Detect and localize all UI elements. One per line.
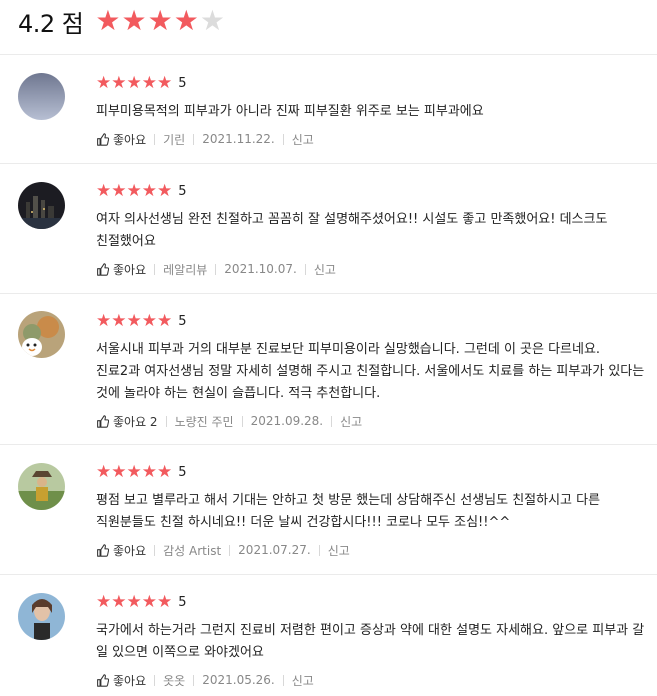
report-button[interactable]: 신고 (314, 261, 336, 278)
review-meta: 좋아요 감성 Artist 2021.07.27. 신고 (96, 542, 647, 558)
star-icon: ★ (173, 4, 199, 37)
thumbs-up-icon (97, 132, 109, 146)
review-date: 2021.11.22. (202, 132, 275, 146)
star-icon: ★★★★★ (96, 72, 173, 93)
author-name: 노량진 주민 (174, 414, 234, 429)
review-item: ★★★★★ 5 여자 의사선생님 완전 친절하고 꼼꼼히 잘 설명해주셨어요!!… (0, 163, 657, 293)
divider (241, 415, 243, 427)
review-rating: ★★★★★ 5 (96, 182, 647, 200)
review-date: 2021.05.26. (202, 673, 275, 687)
star-empty-icon: ★ (199, 4, 225, 37)
review-text: 평점 보고 별루라고 해서 기대는 안하고 첫 방문 했는데 상담해주신 선생님… (96, 493, 601, 530)
like-button[interactable]: 좋아요 (96, 542, 146, 559)
author-name: 레알리뷰 (163, 262, 208, 277)
thumbs-up-icon (97, 673, 109, 687)
like-button[interactable]: 좋아요 (96, 131, 146, 148)
avatar[interactable] (18, 311, 65, 358)
review-meta: 좋아요 옷옷 2021.05.26. 신고 (96, 672, 647, 688)
like-button[interactable]: 좋아요 (96, 261, 146, 278)
divider (154, 544, 156, 556)
thumbs-up-icon (97, 414, 109, 428)
author-name: 감성 Artist (163, 543, 222, 558)
star-icon: ★ (147, 4, 173, 37)
star-icon: ★ (95, 4, 121, 37)
divider (304, 263, 306, 275)
star-icon: ★★★★★ (96, 180, 173, 201)
like-label: 좋아요 (113, 543, 147, 558)
divider (165, 415, 167, 427)
review-text: 피부미용목적의 피부과가 아니라 진짜 피부질환 위주로 보는 피부과에요 (96, 104, 484, 119)
author-name: 기린 (163, 132, 186, 147)
rating-value: 5 (178, 464, 187, 480)
review-rating: ★★★★★ 5 (96, 74, 647, 92)
review-rating: ★★★★★ 5 (96, 593, 647, 611)
rating-summary: 4.2 점 ★ ★ ★ ★ ★ (18, 4, 226, 38)
review-rating: ★★★★★ 5 (96, 312, 647, 330)
report-button[interactable]: 신고 (328, 542, 350, 559)
review-item: ★★★★★ 5 평점 보고 별루라고 해서 기대는 안하고 첫 방문 했는데 상… (0, 444, 657, 574)
summary-stars: ★ ★ ★ ★ ★ (95, 7, 226, 35)
divider (154, 133, 156, 145)
like-label: 좋아요 (113, 262, 147, 277)
review-date: 2021.07.27. (238, 543, 311, 557)
review-item: ★★★★★ 5 피부미용목적의 피부과가 아니라 진짜 피부질환 위주로 보는 … (0, 54, 657, 163)
review-list: ★★★★★ 5 피부미용목적의 피부과가 아니라 진짜 피부질환 위주로 보는 … (0, 54, 657, 695)
review-text: 서울시내 피부과 거의 대부분 진료보단 피부미용이라 실망했습니다. 그런데 … (96, 342, 645, 401)
star-icon: ★★★★★ (96, 310, 173, 331)
divider (282, 133, 284, 145)
divider (215, 263, 217, 275)
divider (229, 544, 231, 556)
thumbs-up-icon (97, 262, 109, 276)
report-button[interactable]: 신고 (340, 413, 362, 430)
report-button[interactable]: 신고 (292, 672, 314, 689)
rating-value: 5 (178, 75, 187, 91)
avatar[interactable] (18, 463, 65, 510)
review-rating: ★★★★★ 5 (96, 463, 647, 481)
report-button[interactable]: 신고 (292, 131, 314, 148)
star-icon: ★ (121, 4, 147, 37)
review-text: 국가에서 하는거라 그런지 진료비 저렴한 편이고 증상과 약에 대한 설명도 … (96, 623, 645, 660)
thumbs-up-icon (97, 543, 109, 557)
average-score: 4.2 점 (18, 9, 84, 38)
rating-value: 5 (178, 183, 187, 199)
rating-value: 5 (178, 594, 187, 610)
review-meta: 좋아요 2 노량진 주민 2021.09.28. 신고 (96, 413, 647, 429)
star-icon: ★★★★★ (96, 461, 173, 482)
divider (193, 133, 195, 145)
like-label: 좋아요 (113, 132, 147, 147)
divider (318, 544, 320, 556)
avatar[interactable] (18, 182, 65, 229)
author-name: 옷옷 (163, 673, 186, 688)
avatar[interactable] (18, 73, 65, 120)
divider (154, 263, 156, 275)
review-item: ★★★★★ 5 서울시내 피부과 거의 대부분 진료보단 피부미용이라 실망했습… (0, 293, 657, 444)
divider (331, 415, 333, 427)
review-text: 여자 의사선생님 완전 친절하고 꼼꼼히 잘 설명해주셨어요!! 시설도 좋고 … (96, 212, 608, 249)
like-label: 좋아요 (113, 673, 147, 688)
review-date: 2021.09.28. (250, 414, 324, 428)
review-date: 2021.10.07. (224, 262, 297, 276)
rating-value: 5 (178, 313, 187, 329)
avatar[interactable] (18, 593, 65, 640)
star-icon: ★★★★★ (96, 591, 173, 612)
like-label: 좋아요 2 (113, 414, 158, 429)
divider (193, 674, 195, 686)
review-meta: 좋아요 레알리뷰 2021.10.07. 신고 (96, 261, 647, 277)
review-item: ★★★★★ 5 국가에서 하는거라 그런지 진료비 저렴한 편이고 증상과 약에… (0, 574, 657, 695)
like-button[interactable]: 좋아요 2 (96, 413, 158, 430)
divider (154, 674, 156, 686)
divider (282, 674, 284, 686)
like-button[interactable]: 좋아요 (96, 672, 146, 689)
review-meta: 좋아요 기린 2021.11.22. 신고 (96, 131, 647, 147)
